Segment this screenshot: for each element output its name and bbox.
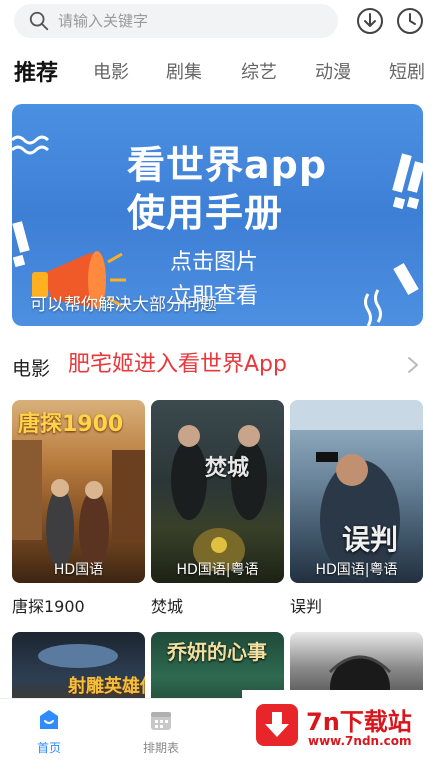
quality-badge: HD国语 — [53, 562, 104, 578]
promo-banner[interactable]: 看世界app 使用手册 点击图片 立即查看 可以帮你解决大部分问题 — [12, 104, 423, 326]
download-icon[interactable] — [356, 7, 384, 35]
category-tabs: 推荐 电影 剧集 综艺 动漫 短剧 — [0, 52, 438, 92]
section-overlay-text: 肥宅姬进入看世界App — [68, 352, 287, 377]
tab-series[interactable]: 剧集 — [166, 58, 202, 84]
watermark-url: www.7ndn.com — [308, 734, 412, 748]
chevron-right-icon[interactable] — [404, 354, 422, 376]
nav-home-label: 首页 — [36, 741, 61, 755]
nav-home[interactable]: 首页 — [19, 707, 79, 756]
movie-poster[interactable]: 焚城 HD国语|粤语 — [151, 400, 284, 583]
nav-schedule-label: 排期表 — [142, 741, 179, 755]
site-watermark: 7n下载站 www.7ndn.com — [242, 690, 438, 762]
movie-card[interactable]: 唐探1900 HD国语 唐探1900 — [12, 400, 145, 617]
quality-badge: HD国语|粤语 — [315, 562, 398, 578]
history-icon[interactable] — [396, 7, 424, 35]
search-input[interactable] — [58, 12, 308, 30]
poster-title: 乔妍的心事 — [167, 640, 267, 664]
nav-schedule[interactable]: 排期表 — [131, 707, 191, 756]
search-icon — [29, 11, 49, 31]
tab-movies[interactable]: 电影 — [93, 58, 129, 84]
banner-title-line1: 看世界app — [127, 143, 328, 187]
calendar-icon — [151, 712, 171, 730]
poster-title: 射雕英雄传 — [68, 676, 145, 697]
section-title: 电影 — [12, 358, 51, 380]
tab-anime[interactable]: 动漫 — [315, 58, 351, 84]
poster-title: 焚城 — [205, 456, 250, 481]
search-box[interactable] — [14, 4, 338, 38]
app-screen: 推荐 电影 剧集 综艺 动漫 短剧 — [0, 0, 438, 762]
movies-section-header[interactable]: 电影 肥宅姬进入看世界App — [0, 340, 438, 390]
movie-poster[interactable]: 唐探1900 HD国语 — [12, 400, 145, 583]
movie-card[interactable]: 误判 HD国语|粤语 误判 — [290, 400, 423, 617]
tab-short-drama[interactable]: 短剧 — [389, 58, 425, 84]
poster-title: 唐探1900 — [18, 412, 124, 437]
home-icon — [40, 710, 58, 729]
banner-caption: 可以帮你解决大部分问题 — [30, 295, 217, 315]
poster-art — [171, 425, 267, 572]
quality-badge: HD国语|粤语 — [176, 562, 259, 578]
banner-sub-line1: 点击图片 — [170, 250, 259, 275]
movie-title[interactable]: 焚城 — [151, 593, 284, 617]
movie-poster[interactable]: 误判 HD国语|粤语 — [290, 400, 423, 583]
tab-recommend[interactable]: 推荐 — [14, 55, 58, 87]
download-logo-icon — [256, 704, 298, 746]
movie-card[interactable]: 焚城 HD国语|粤语 焚城 — [151, 400, 284, 617]
watermark-brand: 7n下载站 — [306, 708, 412, 736]
top-bar — [0, 0, 438, 44]
banner-title-line2: 使用手册 — [127, 191, 284, 235]
movie-title[interactable]: 唐探1900 — [12, 593, 145, 617]
movie-title[interactable]: 误判 — [290, 593, 423, 617]
tab-variety[interactable]: 综艺 — [241, 58, 277, 84]
poster-title: 误判 — [342, 523, 399, 556]
